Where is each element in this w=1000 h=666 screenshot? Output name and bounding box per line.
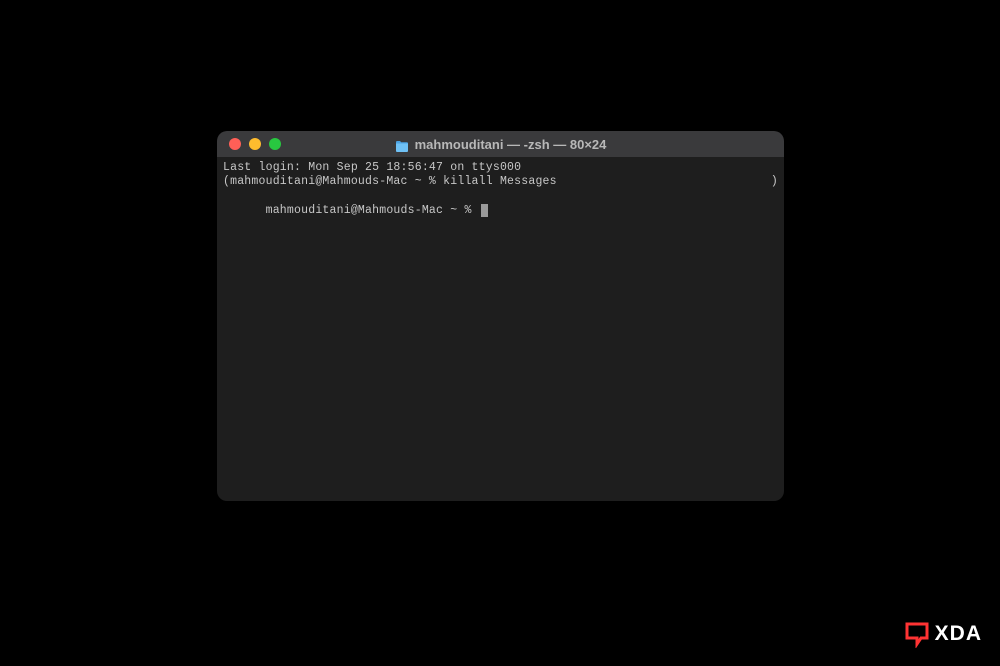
command-line: (mahmouditani@Mahmouds-Mac ~ % killall M… (223, 175, 778, 189)
close-button[interactable] (229, 138, 241, 150)
title-container: mahmouditani — -zsh — 80×24 (217, 137, 784, 152)
folder-icon (395, 139, 409, 150)
window-titlebar[interactable]: mahmouditani — -zsh — 80×24 (217, 131, 784, 157)
cursor (481, 204, 488, 217)
prompt-with-command: (mahmouditani@Mahmouds-Mac ~ % killall M… (223, 175, 557, 189)
xda-logo-icon (903, 620, 931, 648)
window-title: mahmouditani — -zsh — 80×24 (415, 137, 607, 152)
maximize-button[interactable] (269, 138, 281, 150)
terminal-body[interactable]: Last login: Mon Sep 25 18:56:47 on ttys0… (217, 157, 784, 237)
terminal-window: mahmouditani — -zsh — 80×24 Last login: … (217, 131, 784, 501)
traffic-lights (217, 138, 281, 150)
xda-watermark: XDA (903, 620, 982, 648)
last-login-line: Last login: Mon Sep 25 18:56:47 on ttys0… (223, 161, 778, 175)
xda-logo-text: XDA (935, 622, 982, 646)
current-prompt-line: mahmouditani@Mahmouds-Mac ~ % (223, 190, 778, 233)
line-end-bracket: ) (771, 175, 778, 189)
current-prompt: mahmouditani@Mahmouds-Mac ~ % (266, 204, 479, 217)
minimize-button[interactable] (249, 138, 261, 150)
